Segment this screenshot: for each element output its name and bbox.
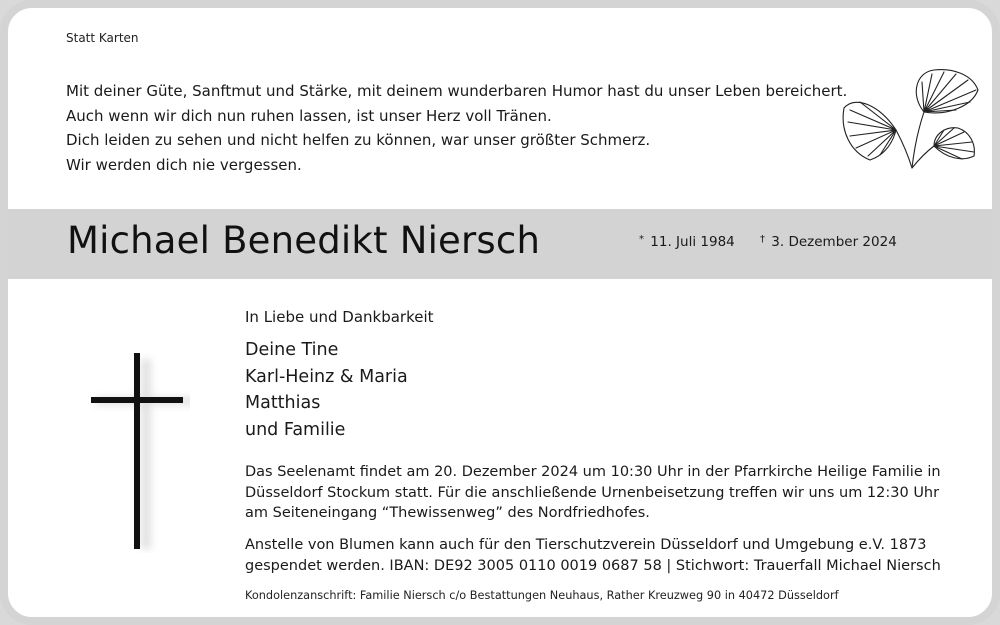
death-date-text: 3. Dezember 2024 [771, 234, 897, 250]
death-date: † 3. Dezember 2024 [760, 234, 897, 250]
cross-icon [91, 353, 190, 549]
ginkgo-leaves-icon [842, 69, 979, 169]
condolence-address: Kondolenzanschrift: Familie Niersch c/o … [245, 589, 839, 602]
mourner-name: und Familie [245, 419, 346, 440]
deceased-name: Michael Benedikt Niersch [67, 219, 541, 262]
donation-line: gespendet werden. IBAN: DE92 3005 0110 0… [245, 557, 941, 574]
poem-block: Mit deiner Güte, Sanftmut und Stärke, mi… [66, 79, 847, 177]
statt-karten-label: Statt Karten [66, 31, 139, 45]
donation-line: Anstelle von Blumen kann auch für den Ti… [245, 537, 927, 553]
poem-line: Auch wenn wir dich nun ruhen lassen, ist… [66, 106, 552, 125]
service-line: Das Seelenamt findet am 20. Dezember 202… [245, 464, 941, 480]
service-line: am Seiteneingang “Thewissenweg” des Nord… [245, 505, 650, 521]
intro-text: In Liebe und Dankbarkeit [245, 308, 434, 326]
poem-line: Mit deiner Güte, Sanftmut und Stärke, mi… [66, 82, 848, 100]
birth-date-text: 11. Juli 1984 [650, 234, 735, 250]
service-line: Düsseldorf Stockum statt. Für die anschl… [245, 484, 940, 501]
birth-date: * 11. Juli 1984 [639, 234, 735, 250]
mourner-name: Matthias [245, 393, 321, 413]
mourner-name: Karl-Heinz & Maria [245, 366, 408, 387]
obituary-card: Statt Karten Mit deiner Güte, Sanftmut u… [0, 0, 1000, 625]
poem-line: Wir werden dich nie vergessen. [66, 155, 302, 174]
service-paragraph: Das Seelenamt findet am 20. Dezember 202… [245, 462, 941, 524]
mourners-list: Deine Tine Karl-Heinz & Maria Matthias u… [245, 337, 408, 443]
donation-paragraph: Anstelle von Blumen kann auch für den Ti… [245, 535, 941, 576]
death-symbol: † [760, 234, 765, 245]
poem-line: Dich leiden zu sehen und nicht helfen zu… [66, 131, 651, 149]
birth-symbol: * [639, 234, 644, 245]
mourner-name: Deine Tine [245, 340, 339, 360]
